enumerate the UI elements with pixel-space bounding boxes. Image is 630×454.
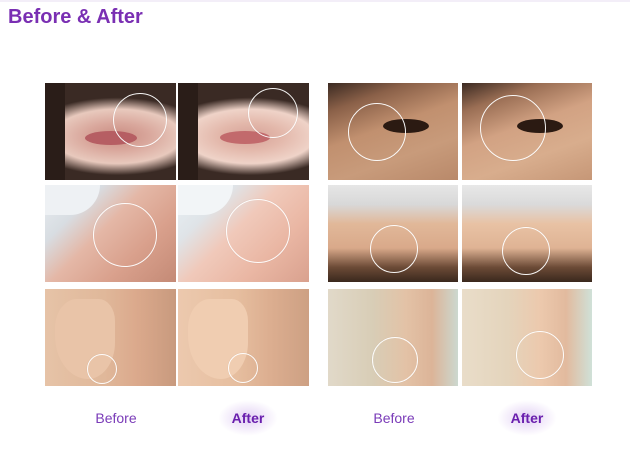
page-title: Before & After bbox=[8, 6, 143, 28]
photo-neck-before bbox=[328, 289, 458, 386]
right-before-label: Before bbox=[373, 410, 415, 426]
photo-forehead-before bbox=[328, 185, 458, 282]
photo-neck-after bbox=[462, 289, 592, 386]
left-after-label: After bbox=[188, 400, 308, 436]
top-divider bbox=[0, 0, 630, 2]
photo-eye-before bbox=[328, 83, 458, 180]
photo-cheek-after bbox=[178, 185, 309, 282]
photo-chin-after bbox=[178, 289, 309, 386]
photo-chin-before bbox=[45, 289, 176, 386]
photo-lips-after bbox=[178, 83, 309, 180]
photo-lips-before bbox=[45, 83, 176, 180]
left-before-label: Before bbox=[95, 410, 137, 426]
right-after-label: After bbox=[467, 400, 587, 436]
photo-cheek-before bbox=[45, 185, 176, 282]
photo-forehead-after bbox=[462, 185, 592, 282]
photo-eye-after bbox=[462, 83, 592, 180]
